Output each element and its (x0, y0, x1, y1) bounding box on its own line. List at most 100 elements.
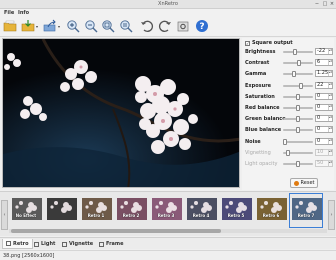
exposure-spinbox[interactable]: 22 ▴▾ (315, 81, 333, 89)
effect-thumbnail[interactable]: Retro 6 (254, 193, 288, 228)
effect-name: Retro 2 (122, 213, 140, 218)
noise-spinbox[interactable]: 0 ▴▾ (315, 137, 333, 145)
effect-tabs: Retro Light Vignette Frame (0, 237, 336, 249)
filmstrip-scrollbar[interactable] (9, 229, 327, 233)
green-balance-slider-handle[interactable] (296, 116, 300, 123)
noise-slider[interactable] (283, 138, 313, 145)
tab-frame[interactable]: Frame (96, 239, 127, 249)
rotate-right-button[interactable] (158, 19, 172, 33)
contrast-slider[interactable] (283, 60, 313, 67)
square-output-checkbox[interactable]: ✓ (245, 40, 250, 46)
saturation-slider-handle[interactable] (296, 93, 300, 100)
svg-text:?: ? (199, 22, 204, 32)
contrast-slider-handle[interactable] (296, 60, 301, 67)
tab-retro-label: Retro (13, 240, 29, 247)
effect-thumbnail[interactable] (44, 193, 78, 228)
contrast-spin-arrows-icon[interactable]: ▴▾ (328, 60, 332, 66)
effect-thumbnail[interactable]: Retro 3 (149, 193, 183, 228)
zoom-actual-icon (120, 20, 133, 33)
share-dropdown-arrow-icon[interactable]: ▾ (58, 25, 62, 29)
filmstrip-next-button[interactable]: › (328, 200, 335, 230)
noise-value: 0 (317, 137, 321, 144)
green-balance-spin-arrows-icon[interactable]: ▴▾ (328, 116, 332, 122)
menu-bar: File Info (0, 9, 336, 17)
blue-balance-slider[interactable] (283, 127, 313, 134)
effect-thumbnail[interactable]: Retro 5 (219, 193, 253, 228)
green-balance-slider[interactable] (283, 116, 313, 123)
saturation-spinbox[interactable]: 0 ▴▾ (315, 92, 333, 100)
light-opacity-slider (283, 161, 313, 167)
effect-thumbnail[interactable]: Retro 2 (114, 193, 148, 228)
gamma-spinbox[interactable]: 1.25 ▴▾ (315, 70, 333, 78)
maximize-icon[interactable]: □ (322, 1, 328, 7)
contrast-spinbox[interactable]: 6 ▴▾ (315, 59, 333, 67)
effect-thumbnail[interactable]: No Effect (9, 193, 43, 228)
close-icon[interactable]: × (329, 1, 335, 7)
saturation-label: Saturation (245, 93, 275, 100)
vignetting-spinbox: 10 ▴▾ (315, 148, 333, 156)
saturation-slider[interactable] (283, 93, 313, 100)
green-balance-spinbox[interactable]: 0 ▴▾ (315, 115, 333, 123)
menu-info[interactable]: Info (18, 10, 29, 16)
menu-file[interactable]: File (4, 10, 14, 16)
share-button[interactable] (43, 19, 57, 33)
effect-name: Retro 5 (227, 213, 245, 218)
red-balance-slider-handle[interactable] (296, 105, 300, 111)
adjustment-row-exposure: Exposure 22 ▴▾ (245, 81, 333, 90)
tab-frame-label: Frame (106, 241, 124, 247)
exposure-spin-arrows-icon[interactable]: ▴▾ (328, 82, 332, 88)
noise-spin-arrows-icon[interactable]: ▴▾ (328, 138, 332, 144)
zoom-out-button[interactable] (84, 19, 98, 33)
zoom-in-button[interactable] (66, 19, 80, 33)
brightness-slider-handle[interactable] (293, 49, 298, 55)
zoom-actual-button[interactable] (119, 19, 133, 33)
help-button[interactable]: ? (195, 19, 209, 33)
window-title: XnRetro (158, 1, 178, 7)
share-icon (43, 19, 56, 32)
gamma-spin-arrows-icon[interactable]: ▴▾ (328, 71, 332, 77)
settings-button[interactable] (176, 19, 190, 33)
square-output-row[interactable]: ✓ Square output (245, 40, 293, 46)
effect-thumbnail[interactable]: Retro 7 (289, 193, 323, 228)
vignetting-slider (283, 149, 313, 156)
gamma-slider[interactable] (283, 71, 313, 78)
tab-vignette[interactable]: Vignette (59, 239, 96, 249)
blue-balance-slider-handle[interactable] (296, 127, 300, 134)
tab-light[interactable]: Light (31, 239, 58, 249)
toolbar: ▾ ▾ ? (0, 17, 336, 37)
blue-balance-spinbox[interactable]: 0 ▴▾ (315, 126, 333, 134)
reset-button[interactable]: Reset (290, 178, 318, 188)
effect-thumbnail[interactable]: Retro 1 (79, 193, 113, 228)
minimize-icon[interactable]: − (314, 1, 320, 7)
save-dropdown-arrow-icon[interactable]: ▾ (36, 25, 40, 29)
noise-slider-handle[interactable] (283, 138, 287, 145)
adjustment-row-contrast: Contrast 6 ▴▾ (245, 58, 333, 67)
brightness-spin-arrows-icon[interactable]: ▴▾ (328, 49, 332, 54)
adjustment-row-light-opacity: Light opacity 50 ▴▾ (245, 159, 333, 168)
red-balance-slider[interactable] (283, 105, 313, 111)
gamma-slider-handle[interactable] (292, 71, 297, 78)
effect-thumbnail[interactable]: Retro 8 (324, 193, 327, 228)
blue-balance-spin-arrows-icon[interactable]: ▴▾ (328, 127, 332, 133)
red-balance-spin-arrows-icon[interactable]: ▴▾ (328, 105, 332, 110)
effect-thumbnail[interactable]: Retro 4 (184, 193, 218, 228)
adjustment-row-saturation: Saturation 0 ▴▾ (245, 92, 333, 101)
open-folder-button[interactable] (3, 19, 17, 33)
save-button[interactable] (21, 19, 35, 33)
red-balance-spinbox[interactable]: 0 ▴▾ (315, 104, 333, 111)
photo-preview[interactable] (2, 38, 240, 188)
tab-retro[interactable]: Retro (2, 239, 33, 249)
rotate-left-button[interactable] (140, 19, 154, 33)
reset-label: Reset (300, 180, 315, 186)
blue-balance-label: Blue balance (245, 127, 282, 134)
filmstrip-scroll-thumb[interactable] (11, 229, 221, 233)
saturation-spin-arrows-icon[interactable]: ▴▾ (328, 93, 332, 99)
brightness-slider[interactable] (283, 49, 313, 55)
zoom-fit-button[interactable] (101, 19, 115, 33)
brightness-spinbox[interactable]: -22 ▴▾ (315, 48, 333, 55)
exposure-slider[interactable] (283, 82, 313, 89)
light-opacity-spin-arrows-icon: ▴▾ (328, 160, 333, 166)
square-output-label: Square output (252, 40, 293, 46)
filmstrip-prev-button[interactable]: ‹ (1, 200, 8, 230)
exposure-slider-handle[interactable] (298, 82, 303, 89)
